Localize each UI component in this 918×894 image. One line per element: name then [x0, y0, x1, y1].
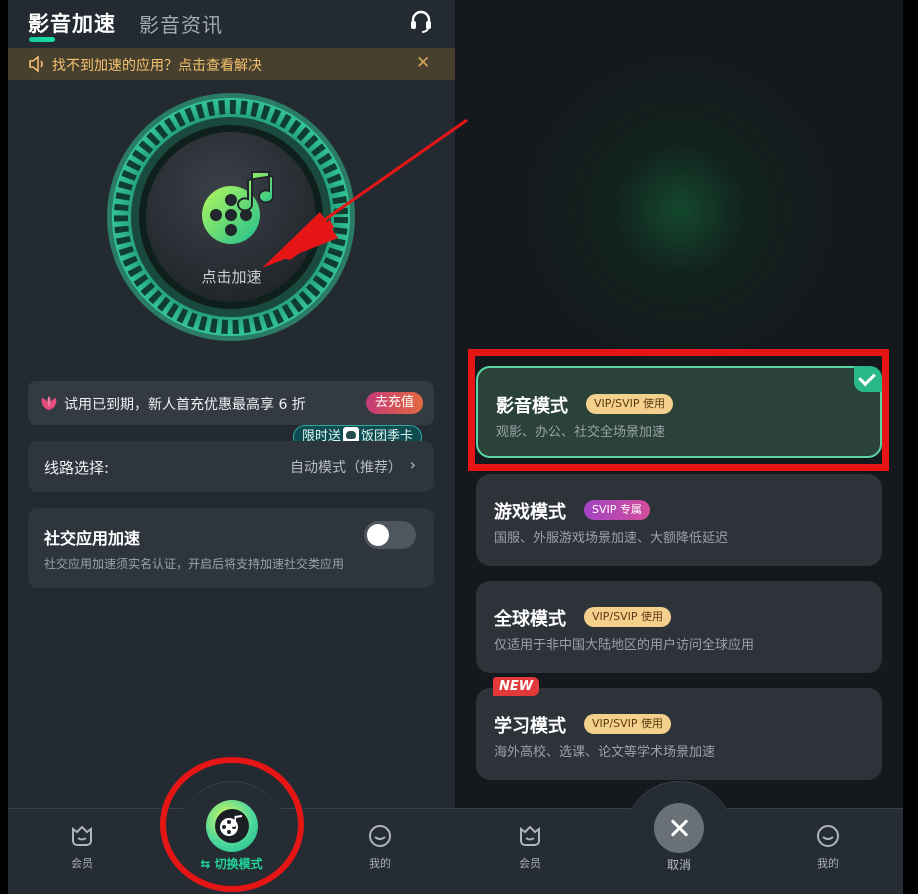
tab-video-news[interactable]: 影音资讯 [139, 9, 223, 38]
speaker-icon [29, 55, 43, 73]
headset-icon[interactable] [408, 8, 434, 34]
social-subtitle: 社交应用加速须实名认证，开启后将支持加速社交类应用 [44, 557, 345, 571]
mode-title: 全球模式 [494, 609, 566, 630]
header: 影音加速 影音资讯 [8, 0, 455, 46]
accelerate-label: 点击加速 [201, 268, 262, 286]
mode-card-study[interactable]: 学习模式 VIP/SVIP 使用 海外高校、选课、论文等学术场景加速 [476, 688, 882, 780]
nav-mine-label: 我的 [817, 857, 839, 870]
tab-indicator [29, 37, 55, 42]
annotation-box [468, 349, 889, 471]
smiley-icon [369, 825, 391, 847]
mode-subtitle: 国服、外服游戏场景加速、大额降低延迟 [494, 531, 729, 546]
new-tag: NEW [493, 677, 540, 696]
trial-banner[interactable]: 试用已到期，新人首充优惠最高享 6 折 去充值 [28, 381, 434, 425]
close-icon[interactable]: ✕ [416, 53, 430, 73]
close-icon[interactable] [654, 803, 704, 853]
social-toggle[interactable] [364, 521, 416, 549]
tab-video-accel[interactable]: 影音加速 [28, 8, 116, 38]
annotation-circle [160, 757, 304, 892]
mode-card-game[interactable]: 游戏模式 SVIP 专属 国服、外服游戏场景加速、大额降低延迟 [476, 474, 882, 566]
accelerate-dial[interactable] [106, 92, 356, 342]
crown-cup-icon [520, 825, 540, 846]
nav-mine[interactable]: 我的 [798, 823, 858, 871]
mode-subtitle: 海外高校、选课、论文等学术场景加速 [494, 745, 716, 760]
trial-text: 试用已到期，新人首充优惠最高享 6 折 [64, 397, 306, 413]
lotus-icon [41, 396, 57, 410]
route-value: 自动模式（推荐） [290, 460, 402, 476]
background-glow [515, 60, 845, 360]
mode-title: 学习模式 [494, 716, 566, 737]
route-selector[interactable]: 线路选择: 自动模式（推荐） › [28, 441, 434, 492]
route-label: 线路选择: [44, 459, 110, 477]
toggle-knob [367, 524, 389, 546]
nav-mine-label: 我的 [369, 857, 391, 870]
vip-badge: VIP/SVIP 使用 [584, 607, 671, 627]
social-title: 社交应用加速 [44, 529, 141, 548]
smiley-icon [817, 825, 839, 847]
chevron-right-icon: › [409, 455, 416, 474]
recharge-button[interactable]: 去充值 [366, 392, 424, 414]
social-accel-card: 社交应用加速 社交应用加速须实名认证，开启后将支持加速社交类应用 [28, 508, 434, 588]
mode-subtitle: 仅适用于非中国大陆地区的用户访问全球应用 [494, 638, 755, 653]
vip-badge: VIP/SVIP 使用 [584, 714, 671, 734]
mode-card-global[interactable]: 全球模式 VIP/SVIP 使用 仅适用于非中国大陆地区的用户访问全球应用 [476, 581, 882, 673]
mode-title: 游戏模式 [494, 502, 566, 523]
svip-badge: SVIP 专属 [584, 500, 650, 520]
crown-cup-icon [72, 825, 92, 846]
notice-bar[interactable]: 找不到加速的应用？点击查看解决 ✕ [8, 48, 455, 80]
nav-mine[interactable]: 我的 [350, 823, 410, 871]
notice-text: 找不到加速的应用？点击查看解决 [52, 58, 262, 74]
